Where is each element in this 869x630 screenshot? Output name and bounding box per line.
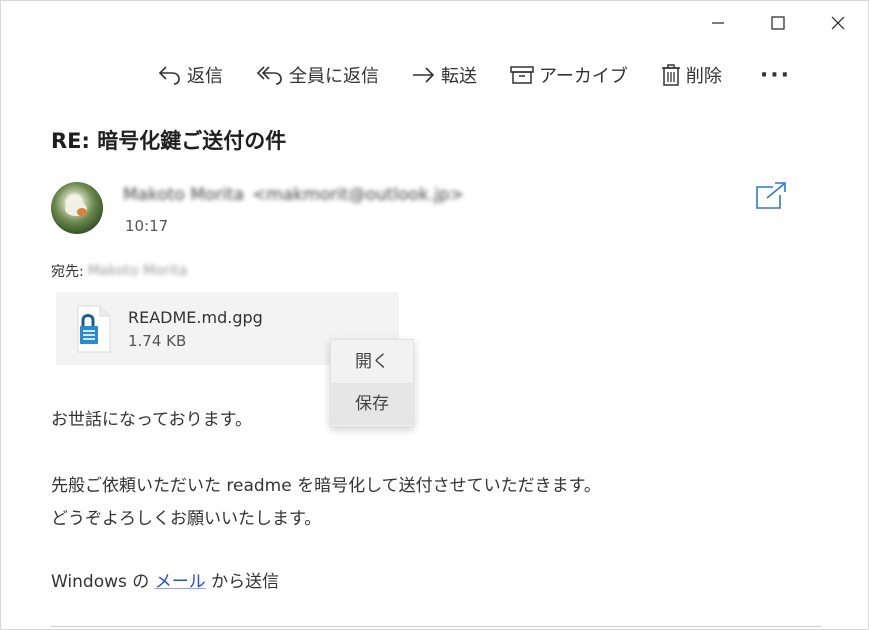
close-icon: [831, 16, 845, 30]
reply-label: 返信: [187, 66, 223, 87]
delete-label: 削除: [685, 66, 722, 87]
body-line-2: 先般ご依頼いただいた readme を暗号化して送付させていただきます。: [51, 476, 601, 496]
sender-avatar: [51, 182, 103, 234]
body-greeting: お世話になっております。: [51, 410, 252, 430]
attachment-context-menu: 開く 保存: [330, 339, 414, 427]
mail-app-link[interactable]: メール: [155, 572, 206, 592]
attachment-filename: README.md.gpg: [128, 308, 263, 327]
context-menu-save[interactable]: 保存: [331, 383, 413, 425]
delete-button[interactable]: 削除: [654, 57, 728, 93]
body-signature: Windows の メール から送信: [51, 567, 279, 592]
archive-button[interactable]: アーカイブ: [503, 57, 634, 93]
to-label: 宛先:: [51, 264, 84, 280]
signature-prefix: Windows の: [51, 572, 155, 592]
body-divider: [51, 626, 821, 627]
message-toolbar: 返信 全員に返信 転送 アーカイブ 削除 ···: [151, 57, 797, 93]
reply-icon: [157, 64, 183, 86]
close-button[interactable]: [808, 1, 868, 45]
maximize-button[interactable]: [748, 1, 808, 45]
sender-name[interactable]: Makoto Morita: [123, 185, 244, 205]
open-in-new-window-icon[interactable]: [753, 181, 787, 211]
forward-button[interactable]: 転送: [405, 57, 483, 93]
context-menu-open[interactable]: 開く: [331, 341, 413, 383]
archive-label: アーカイブ: [539, 66, 628, 87]
forward-arrow-icon: [411, 64, 437, 86]
message-subject: RE: 暗号化鍵ご送付の件: [51, 129, 287, 153]
minimize-button[interactable]: [688, 1, 748, 45]
reply-all-icon: [255, 64, 285, 86]
mail-window: 返信 全員に返信 転送 アーカイブ 削除 ··· RE: 暗号化鍵ご送付の件 M…: [0, 0, 869, 630]
trash-icon: [660, 63, 682, 87]
window-controls: [688, 1, 868, 45]
recipients-line: 宛先: Makoto Morita: [51, 261, 187, 281]
reply-all-button[interactable]: 全員に返信: [249, 57, 385, 93]
encrypted-file-icon: [74, 304, 114, 358]
sender-email[interactable]: <makmorit@outlook.jp>: [252, 185, 464, 205]
body-line-3: どうぞよろしくお願いいたします。: [51, 509, 322, 529]
reply-all-label: 全員に返信: [289, 66, 379, 87]
message-time: 10:17: [125, 217, 169, 235]
archive-box-icon: [509, 64, 535, 86]
more-dots-icon: ···: [759, 62, 791, 88]
forward-label: 転送: [441, 66, 477, 87]
attachment-size: 1.74 KB: [128, 332, 187, 350]
minimize-icon: [712, 22, 724, 24]
more-options-button[interactable]: ···: [754, 57, 797, 93]
avatar-accent: [77, 208, 87, 216]
maximize-icon: [771, 16, 785, 30]
recipient-name[interactable]: Makoto Morita: [88, 263, 188, 279]
sender-line: Makoto Morita <makmorit@outlook.jp>: [123, 185, 464, 205]
signature-suffix: から送信: [205, 572, 280, 592]
reply-button[interactable]: 返信: [151, 57, 229, 93]
